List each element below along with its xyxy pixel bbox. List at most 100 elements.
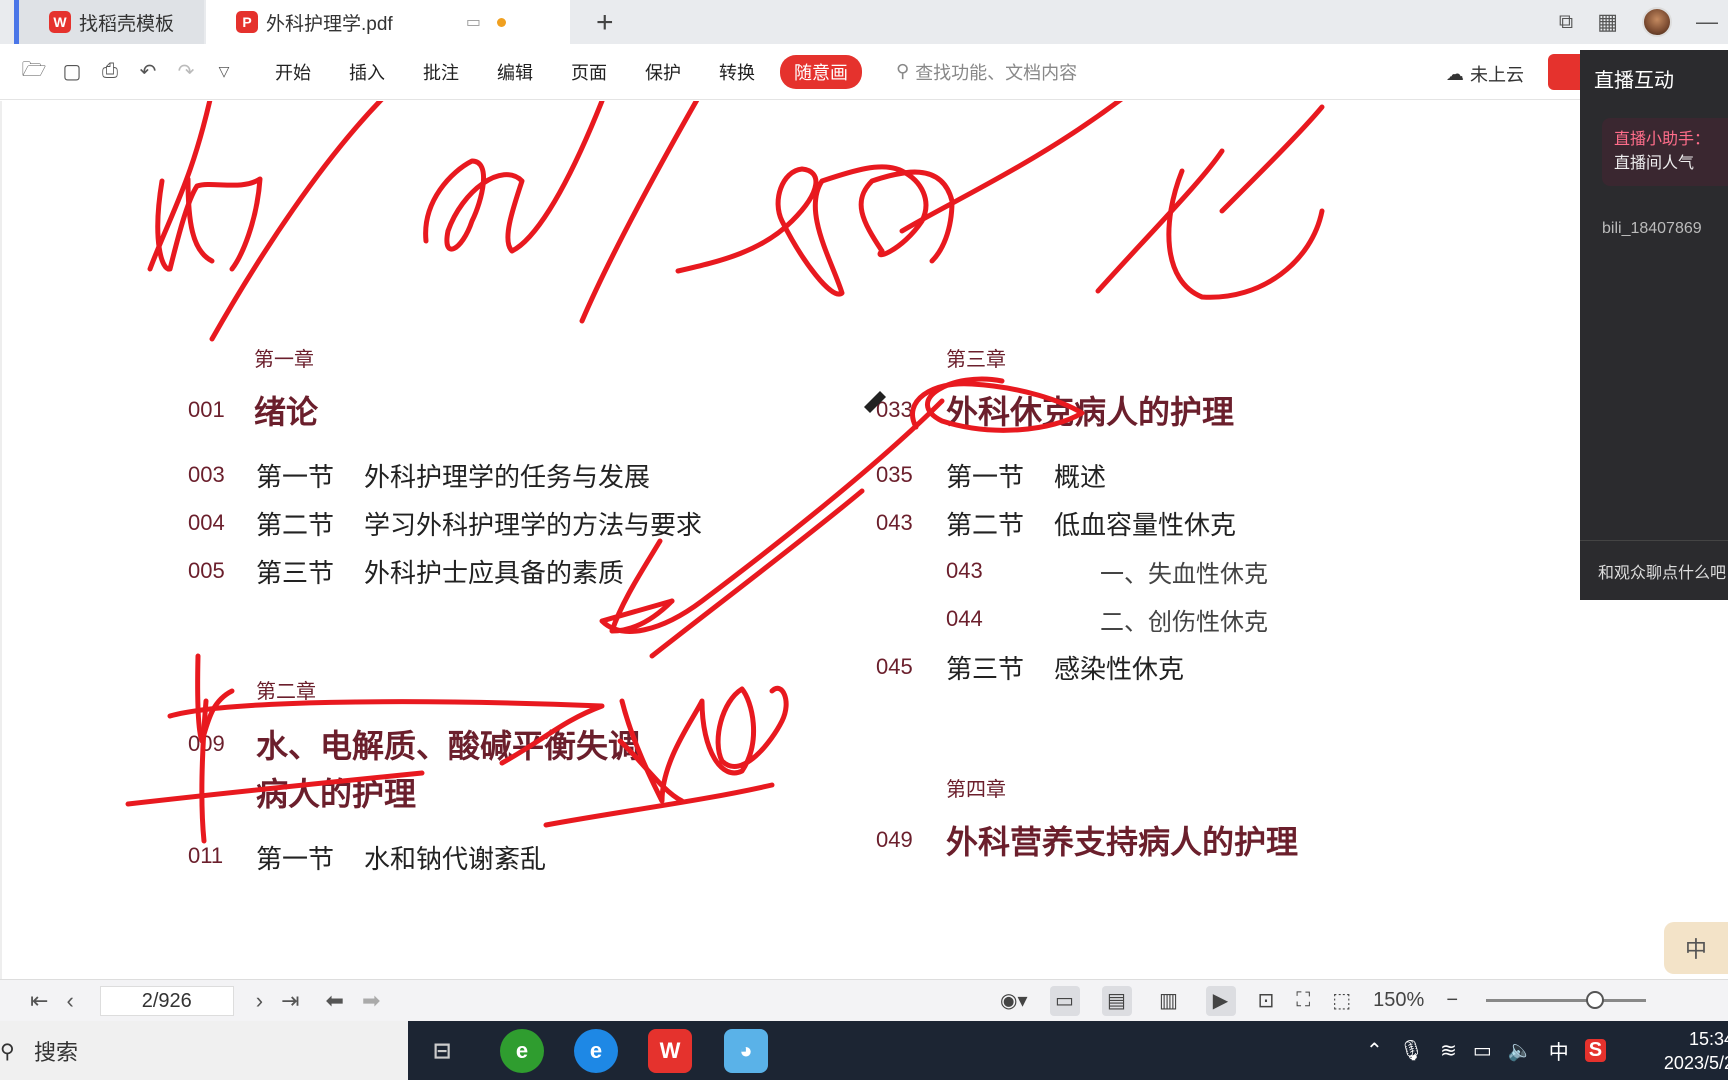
menu-insert[interactable]: 插入: [330, 59, 404, 85]
sogou-ime-icon[interactable]: S: [1584, 1039, 1607, 1062]
section-label: 第一节: [256, 462, 335, 492]
search-icon: ⚲: [0, 1041, 15, 1063]
section-title[interactable]: 水和钠代谢紊乱: [364, 839, 546, 876]
menu-page[interactable]: 页面: [552, 59, 626, 85]
ink-stroke: [147, 101, 213, 272]
system-clock[interactable]: 15:34 2023/5/2: [1634, 1027, 1728, 1075]
task-view-icon[interactable]: ⊟: [420, 1029, 464, 1073]
redo-icon[interactable]: ↷: [174, 60, 198, 84]
assistant-name: 直播小助手：: [1614, 131, 1711, 148]
live-app-icon[interactable]: ◕: [724, 1029, 768, 1073]
section-title[interactable]: 外科护士应具备的素质: [364, 553, 624, 590]
page-number: 043: [946, 558, 983, 583]
windows-taskbar: ⚲ 搜索 ⊟ e e W ◕ ⌃ 🎙 ≋ ▭ 🔈 中 S 15:34 2023/…: [0, 1021, 1728, 1080]
forward-icon[interactable]: ➡: [362, 988, 380, 1014]
page-number-input[interactable]: 2/926: [99, 985, 234, 1016]
continuous-view-icon[interactable]: ▤: [1101, 985, 1132, 1016]
live-chat-input[interactable]: 和观众聊点什么吧: [1580, 540, 1728, 600]
ime-indicator[interactable]: 中: [1549, 1036, 1569, 1065]
back-icon[interactable]: ⬅: [326, 988, 344, 1014]
tray-expand-icon[interactable]: ⌃: [1366, 1038, 1383, 1063]
minimize-icon[interactable]: —: [1696, 9, 1718, 35]
section-title[interactable]: 学习外科护理学的方法与要求: [364, 505, 702, 542]
browser-green-icon[interactable]: e: [500, 1029, 544, 1073]
toolbar: 🗁 ▢ ⎙ ↶ ↷ ▽ 开始 插入 批注 编辑 页面 保护 转换 随意画 ⚲ 查…: [0, 44, 1728, 100]
wifi-icon[interactable]: ≋: [1440, 1038, 1457, 1063]
tab-pdf-document[interactable]: P 外科护理学.pdf ▭: [206, 0, 570, 44]
menu-freehand[interactable]: 随意画: [780, 54, 862, 89]
actual-size-icon[interactable]: ⊡: [1258, 988, 1275, 1013]
undo-icon[interactable]: ↶: [136, 60, 160, 84]
window-controls: ⧉ ▦ —: [1559, 0, 1728, 44]
side-ime-tab[interactable]: 中: [1664, 922, 1728, 974]
menu-start[interactable]: 开始: [256, 59, 330, 85]
taskbar-search[interactable]: ⚲ 搜索: [0, 1021, 408, 1080]
subsection-title[interactable]: 一、失血性休克: [1100, 554, 1268, 589]
section-title[interactable]: 低血容量性休克: [1054, 505, 1236, 542]
battery-icon[interactable]: ▭: [1473, 1038, 1492, 1063]
clock-date: 2023/5/2: [1663, 1053, 1728, 1073]
tab-label: 找稻壳模板: [79, 13, 175, 35]
avatar[interactable]: [1642, 7, 1672, 37]
menu-protect[interactable]: 保护: [626, 59, 700, 85]
wps-office-icon[interactable]: W: [648, 1029, 692, 1073]
subsection-title[interactable]: 二、创伤性休克: [1100, 602, 1268, 637]
live-user-name: bili_18407869: [1602, 220, 1702, 237]
chapter-title[interactable]: 水、电解质、酸碱平衡失调: [256, 721, 640, 767]
microphone-icon[interactable]: 🎙: [1399, 1038, 1424, 1063]
chapter-title[interactable]: 外科休克病人的护理: [946, 387, 1234, 433]
search-box[interactable]: ⚲ 查找功能、文档内容: [896, 59, 1077, 85]
zoom-out-icon[interactable]: −: [1446, 989, 1458, 1012]
section-title[interactable]: 外科护理学的任务与发展: [364, 457, 650, 494]
ink-stroke: [199, 698, 209, 844]
section-label: 第二节: [256, 510, 335, 540]
menu-convert[interactable]: 转换: [700, 59, 774, 85]
prev-page-icon[interactable]: ‹: [66, 988, 73, 1014]
zoom-level[interactable]: 150%: [1373, 989, 1424, 1012]
two-page-view-icon[interactable]: ▥: [1154, 986, 1184, 1016]
section-title[interactable]: 概述: [1054, 457, 1106, 494]
zoom-slider[interactable]: [1486, 991, 1647, 1009]
zoom-slider-knob[interactable]: [1586, 991, 1605, 1009]
more-dropdown-icon[interactable]: ▽: [212, 60, 236, 84]
fit-page-icon[interactable]: ⛶: [1296, 989, 1310, 1012]
volume-icon[interactable]: 🔈: [1508, 1038, 1533, 1063]
cloud-status[interactable]: ☁ 未上云: [1446, 61, 1524, 87]
chapter-title-line2[interactable]: 病人的护理: [256, 769, 416, 815]
chapter-title[interactable]: 外科营养支持病人的护理: [946, 817, 1298, 863]
ink-stroke: [675, 164, 929, 297]
page-number: 049: [876, 827, 913, 852]
chapter-title[interactable]: 绪论: [254, 387, 318, 433]
section-label: 第一节: [256, 844, 335, 874]
fit-width-icon[interactable]: ⬚: [1332, 988, 1351, 1013]
tab-docer-templates[interactable]: W 找稻壳模板: [14, 0, 204, 44]
single-page-view-icon[interactable]: ▭: [1049, 985, 1080, 1016]
last-page-icon[interactable]: ⇥: [281, 988, 299, 1014]
section-label: 第一节: [946, 462, 1025, 492]
next-page-icon[interactable]: ›: [256, 988, 263, 1014]
screen-icon[interactable]: ▭: [466, 12, 481, 32]
eye-protection-icon[interactable]: ◉▾: [1000, 988, 1028, 1013]
chapter-label: 第二章: [256, 681, 316, 703]
ink-stroke: [1166, 168, 1325, 300]
section-label: 第二节: [946, 510, 1025, 540]
first-page-icon[interactable]: ⇤: [30, 988, 48, 1014]
ink-stroke: [209, 101, 384, 342]
ink-stroke: [858, 169, 955, 264]
section-title[interactable]: 感染性休克: [1054, 649, 1184, 686]
clock-time: 15:34: [1688, 1029, 1728, 1049]
chapter-label: 第一章: [254, 349, 314, 371]
page-number: 045: [876, 654, 913, 679]
play-icon[interactable]: ▶: [1205, 985, 1236, 1016]
search-icon: ⚲: [896, 61, 910, 81]
layout-icon[interactable]: ⧉: [1559, 11, 1573, 34]
menu-annotate[interactable]: 批注: [404, 59, 478, 85]
grid-icon[interactable]: ▦: [1597, 9, 1618, 35]
print-icon[interactable]: ⎙: [98, 60, 122, 84]
menu-edit[interactable]: 编辑: [478, 59, 552, 85]
new-tab-button[interactable]: +: [596, 6, 614, 40]
save-icon[interactable]: ▢: [60, 60, 84, 84]
edge-browser-icon[interactable]: e: [574, 1029, 618, 1073]
page-number: 035: [876, 462, 913, 487]
open-folder-icon[interactable]: 🗁: [22, 59, 47, 84]
